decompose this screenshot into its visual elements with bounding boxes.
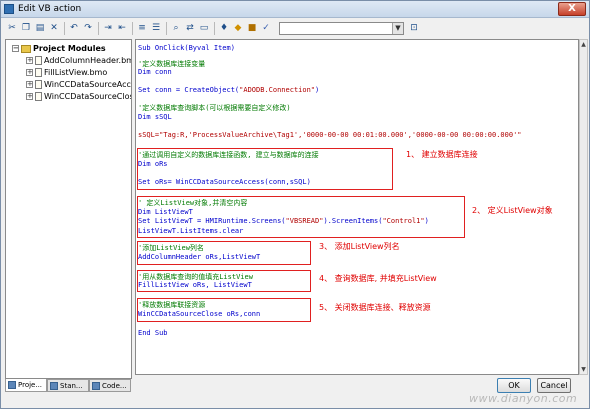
outdent-icon[interactable]: ⇤ xyxy=(116,22,128,34)
module-file-icon xyxy=(35,68,42,77)
module-file-icon xyxy=(35,56,42,65)
code-editor[interactable]: Sub OnClick(Byval Item) '定义数据库连接变量 Dim c… xyxy=(135,39,579,375)
tree-root[interactable]: − Project Modules xyxy=(12,44,106,53)
tree-item[interactable]: + FillListView.bmo xyxy=(26,68,131,77)
title-bar: Edit VB action X xyxy=(1,1,589,18)
folder-icon xyxy=(21,44,31,53)
highlight-box-1 xyxy=(137,148,393,190)
standard-icon xyxy=(50,382,58,390)
copy-icon[interactable]: ❐ xyxy=(20,22,32,34)
toolbar: ✂ ❐ ▤ ✕ ↶ ↷ ⇥ ⇤ ≡ ☰ ⌕ ⇄ ▭ ♦ ◆ ■ ✓ ▼ ⊡ xyxy=(4,20,588,38)
annotation-5: 5、 关闭数据库连接、释放资源 xyxy=(319,303,431,312)
watermark: www.dianyon.com xyxy=(469,392,578,405)
annotation-3: 3、 添加ListView列名 xyxy=(319,242,400,251)
chevron-down-icon[interactable]: ▼ xyxy=(392,23,403,34)
edit-vb-action-window: Edit VB action X ✂ ❐ ▤ ✕ ↶ ↷ ⇥ ⇤ ≡ ☰ ⌕ ⇄… xyxy=(0,0,590,409)
annotation-4: 4、 查询数据库, 并填充ListView xyxy=(319,274,437,283)
cut-icon[interactable]: ✂ xyxy=(6,22,18,34)
replace-icon[interactable]: ⇄ xyxy=(184,22,196,34)
tag-icon[interactable]: ♦ xyxy=(218,22,230,34)
highlight-box-2 xyxy=(137,196,465,238)
scroll-down-icon[interactable]: ▼ xyxy=(580,365,587,374)
module-file-icon xyxy=(35,92,42,101)
tab-project[interactable]: Proje... xyxy=(5,379,47,392)
tag-selection-icon[interactable]: ⊡ xyxy=(408,22,420,34)
expand-icon[interactable]: + xyxy=(26,57,33,64)
expand-icon[interactable]: + xyxy=(26,93,33,100)
script-icon[interactable]: ◆ xyxy=(232,22,244,34)
find-icon[interactable]: ⌕ xyxy=(170,22,182,34)
tree-item[interactable]: + WinCCDataSourceAcc xyxy=(26,80,131,89)
tab-standard[interactable]: Stan... xyxy=(47,379,89,392)
code-line: '定义数据库查询脚本(可以根据需要自定义修改) xyxy=(138,104,291,112)
expand-icon[interactable]: + xyxy=(26,69,33,76)
tab-code[interactable]: Code... xyxy=(89,379,131,392)
project-icon xyxy=(8,381,16,389)
check-icon[interactable]: ✓ xyxy=(260,22,272,34)
tree-item[interactable]: + WinCCDataSourceClos xyxy=(26,92,131,101)
code-line: Sub OnClick(Byval Item) xyxy=(138,44,235,52)
project-tree-panel: − Project Modules + AddColumnHeader.bm + Fi… xyxy=(5,39,132,379)
vertical-scrollbar[interactable]: ▲ ▼ xyxy=(579,39,588,375)
tree-item[interactable]: + AddColumnHeader.bm xyxy=(26,56,131,65)
annotation-1: 1、 建立数据库连接 xyxy=(406,150,478,159)
module-file-icon xyxy=(35,80,42,89)
uncomment-icon[interactable]: ☰ xyxy=(150,22,162,34)
code-icon xyxy=(92,382,100,390)
annotation-2: 2、 定义ListView对象 xyxy=(472,206,553,215)
delete-icon[interactable]: ✕ xyxy=(48,22,60,34)
bookmark-icon[interactable]: ▭ xyxy=(198,22,210,34)
indent-icon[interactable]: ⇥ xyxy=(102,22,114,34)
redo-icon[interactable]: ↷ xyxy=(82,22,94,34)
function-combo[interactable]: ▼ xyxy=(279,22,404,35)
scroll-up-icon[interactable]: ▲ xyxy=(580,40,587,49)
package-icon[interactable]: ■ xyxy=(246,22,258,34)
expand-icon[interactable]: + xyxy=(26,81,33,88)
collapse-icon[interactable]: − xyxy=(12,45,19,52)
window-title: Edit VB action xyxy=(18,4,82,14)
highlight-box-5 xyxy=(137,298,311,322)
highlight-box-4 xyxy=(137,270,311,292)
undo-icon[interactable]: ↶ xyxy=(68,22,80,34)
cancel-button[interactable]: Cancel xyxy=(537,378,571,393)
app-icon xyxy=(4,4,14,14)
code-line: sSQL="Tag:R,'ProcessValueArchive\Tag1','… xyxy=(138,131,522,139)
close-button[interactable]: X xyxy=(558,2,586,16)
left-panel-tabs: Proje... Stan... Code... xyxy=(5,379,132,393)
code-line: Dim conn xyxy=(138,68,172,76)
code-line: End Sub xyxy=(138,329,168,337)
ok-button[interactable]: OK xyxy=(497,378,531,393)
paste-icon[interactable]: ▤ xyxy=(34,22,46,34)
code-line: Set conn = CreateObject("ADODB.Connectio… xyxy=(138,86,320,94)
code-line: Dim sSQL xyxy=(138,113,172,121)
comment-icon[interactable]: ≡ xyxy=(136,22,148,34)
highlight-box-3 xyxy=(137,241,311,265)
